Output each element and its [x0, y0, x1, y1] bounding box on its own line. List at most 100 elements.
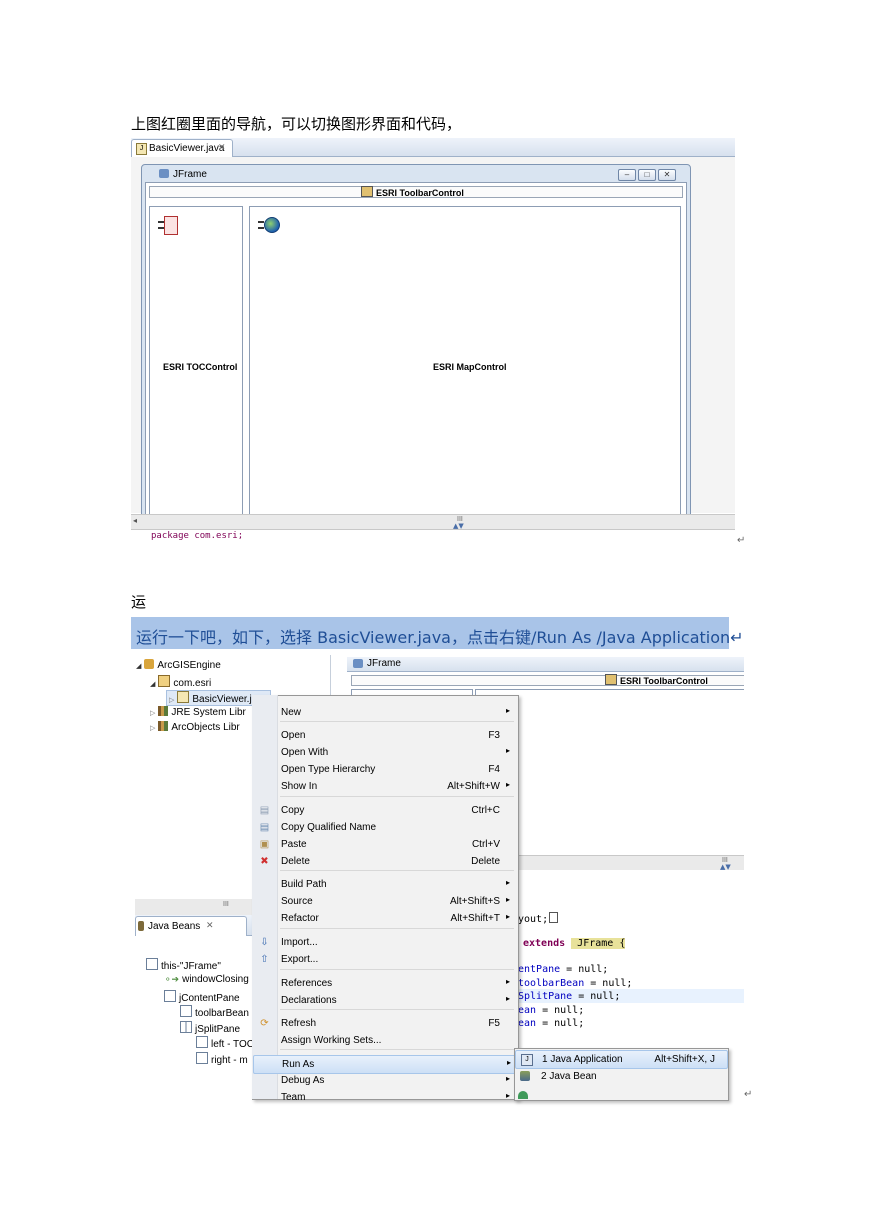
menu-item-debug-as[interactable]: Debug As ▸ — [253, 1072, 516, 1089]
bean-item-label: jSplitPane — [195, 1024, 241, 1035]
code-line[interactable]: toolbarBean = null; — [518, 978, 632, 989]
code-line[interactable]: entPane = null; — [518, 964, 608, 975]
collapsed-icon: ▷ — [150, 710, 156, 717]
menu-item-copy[interactable]: ▤ Copy Ctrl+C — [253, 802, 516, 819]
bean-item-toolbarbean[interactable]: toolbarBean — [180, 1005, 249, 1019]
library-icon — [158, 721, 169, 731]
refresh-icon: ⟳ — [260, 1018, 269, 1029]
editor-tab-basicviewer[interactable]: J BasicViewer.java ✕ — [131, 139, 233, 157]
tree-item-project[interactable]: ◢ ArcGISEngine — [136, 659, 221, 671]
bean-item-windowclosing[interactable]: ⚬➔ windowClosing — [164, 974, 249, 985]
menu-separator — [280, 796, 514, 797]
submenu-item-java-application[interactable]: J 1 Java Application Alt+Shift+X, J — [515, 1050, 728, 1069]
code-line[interactable]: extends JFrame { — [523, 938, 626, 949]
return-mark: ↵ — [744, 1089, 753, 1100]
expanded-icon: ◢ — [136, 663, 142, 670]
tree-item-package[interactable]: ◢ com.esri — [150, 675, 211, 689]
close-icon[interactable]: ✕ — [218, 142, 226, 153]
close-icon[interactable]: ✕ — [206, 920, 214, 931]
event-icon: ⚬➔ — [164, 974, 180, 984]
java-beans-tab[interactable]: Java Beans ✕ — [135, 916, 247, 936]
menu-separator — [280, 928, 514, 929]
collapsed-icon: ▷ — [169, 697, 175, 704]
splitter-arrows-icon[interactable]: ▲▼ — [720, 863, 731, 871]
menu-item-shortcut: Ctrl+C — [471, 805, 500, 816]
code-field: ean — [518, 1005, 537, 1016]
library-icon — [158, 706, 169, 716]
bean-item-jsplitpane[interactable]: jSplitPane — [180, 1021, 240, 1035]
bean-icon — [196, 1036, 208, 1048]
horizontal-scrollbar[interactable]: III ▲▼ — [510, 855, 744, 871]
menu-separator — [280, 870, 514, 871]
menu-item-label: Open — [281, 730, 306, 741]
java-file-icon — [177, 691, 190, 703]
submenu-item-java-bean[interactable]: 2 Java Bean — [515, 1068, 726, 1085]
maximize-icon[interactable]: □ — [638, 169, 656, 181]
menu-item-new[interactable]: New ▸ — [253, 704, 516, 721]
scroll-left-icon[interactable]: ◂ — [133, 516, 137, 525]
expanded-icon: ◢ — [150, 681, 156, 688]
code-preview-text: package com.esri; — [151, 531, 244, 541]
menu-item-label: Source — [281, 896, 313, 907]
menu-item-paste[interactable]: ▣ Paste Ctrl+V — [253, 836, 516, 853]
code-line[interactable]: ean = null; — [518, 1005, 584, 1016]
bean-item-jcontentpane[interactable]: jContentPane — [164, 990, 240, 1004]
menu-item-refactor[interactable]: Refactor Alt+Shift+T ▸ — [253, 910, 516, 927]
menu-item-build-path[interactable]: Build Path ▸ — [253, 876, 516, 893]
intro-paragraph-1: 上图红圈里面的导航，可以切换图形界面和代码， — [131, 115, 462, 133]
menu-item-declarations[interactable]: Declarations ▸ — [253, 992, 516, 1009]
code-line[interactable]: yout; — [518, 912, 559, 925]
menu-item-label: Paste — [281, 839, 307, 850]
menu-item-delete[interactable]: ✖ Delete Delete — [253, 853, 516, 870]
menu-item-open-type-hierarchy[interactable]: Open Type Hierarchy F4 — [253, 761, 516, 778]
bean-item-right[interactable]: right - m — [196, 1052, 248, 1066]
toc-control-pane[interactable] — [149, 206, 243, 516]
horizontal-scrollbar[interactable]: ◂ III ▲▼ — [131, 514, 735, 530]
project-icon — [144, 659, 155, 669]
menu-item-open-with[interactable]: Open With ▸ — [253, 744, 516, 761]
code-text: = null; — [572, 991, 621, 1002]
code-line[interactable]: ean = null; — [518, 1018, 584, 1029]
menu-separator — [280, 1009, 514, 1010]
menu-item-assign-working-sets[interactable]: Assign Working Sets... — [253, 1032, 516, 1049]
bean-item-label: left - TOC — [211, 1039, 254, 1050]
menu-item-export[interactable]: ⇧ Export... — [253, 951, 516, 968]
submenu-item-label: 2 Java Bean — [541, 1071, 597, 1082]
menu-item-shortcut: F4 — [488, 764, 500, 775]
menu-item-label: Copy Qualified Name — [281, 822, 377, 833]
menu-item-team[interactable]: Team ▸ — [253, 1089, 516, 1106]
close-window-icon[interactable]: ✕ — [658, 169, 676, 181]
menu-item-references[interactable]: References ▸ — [253, 975, 516, 992]
bean-icon — [180, 1005, 192, 1017]
code-field: ean — [518, 1018, 537, 1029]
menu-item-refresh[interactable]: ⟳ Refresh F5 — [253, 1015, 516, 1032]
bean-item-label: right - m — [211, 1055, 248, 1066]
toolbar-control-label: ESRI ToolbarControl — [620, 676, 708, 686]
menu-item-show-in[interactable]: Show In Alt+Shift+W ▸ — [253, 778, 516, 795]
code-line[interactable]: SplitPane = null; — [518, 991, 620, 1002]
paste-icon: ▣ — [259, 839, 270, 850]
bean-item-label: toolbarBean — [195, 1008, 249, 1019]
toc-control-icon — [158, 215, 178, 235]
bean-item-this[interactable]: this-"JFrame" — [146, 958, 221, 972]
toolbar-control-icon — [605, 674, 617, 685]
menu-item-label: Run As — [282, 1059, 315, 1070]
minimize-icon[interactable]: – — [618, 169, 636, 181]
submenu-arrow-icon: ▸ — [505, 977, 510, 986]
menu-item-label: Refresh — [281, 1018, 317, 1029]
submenu-arrow-icon: ▸ — [505, 994, 510, 1003]
menu-item-import[interactable]: ⇩ Import... — [253, 934, 516, 951]
bean-item-left[interactable]: left - TOC — [196, 1036, 254, 1050]
toolbar-control-label: ESRI ToolbarControl — [376, 188, 464, 198]
menu-item-label: Copy — [281, 805, 305, 816]
submenu-arrow-icon: ▸ — [505, 780, 510, 789]
menu-item-source[interactable]: Source Alt+Shift+S ▸ — [253, 893, 516, 910]
tree-item-jre[interactable]: ▷ JRE System Libr — [150, 706, 246, 718]
tree-item-arcobjects[interactable]: ▷ ArcObjects Libr — [150, 721, 240, 733]
map-control-pane[interactable] — [249, 206, 681, 516]
menu-item-copy-qualified-name[interactable]: ▤ Copy Qualified Name — [253, 819, 516, 836]
jframe-title-bar: JFrame — [347, 657, 744, 672]
menu-item-open[interactable]: Open F3 — [253, 727, 516, 744]
collapsed-icon: ▷ — [150, 725, 156, 732]
submenu-arrow-icon: ▸ — [505, 912, 510, 921]
